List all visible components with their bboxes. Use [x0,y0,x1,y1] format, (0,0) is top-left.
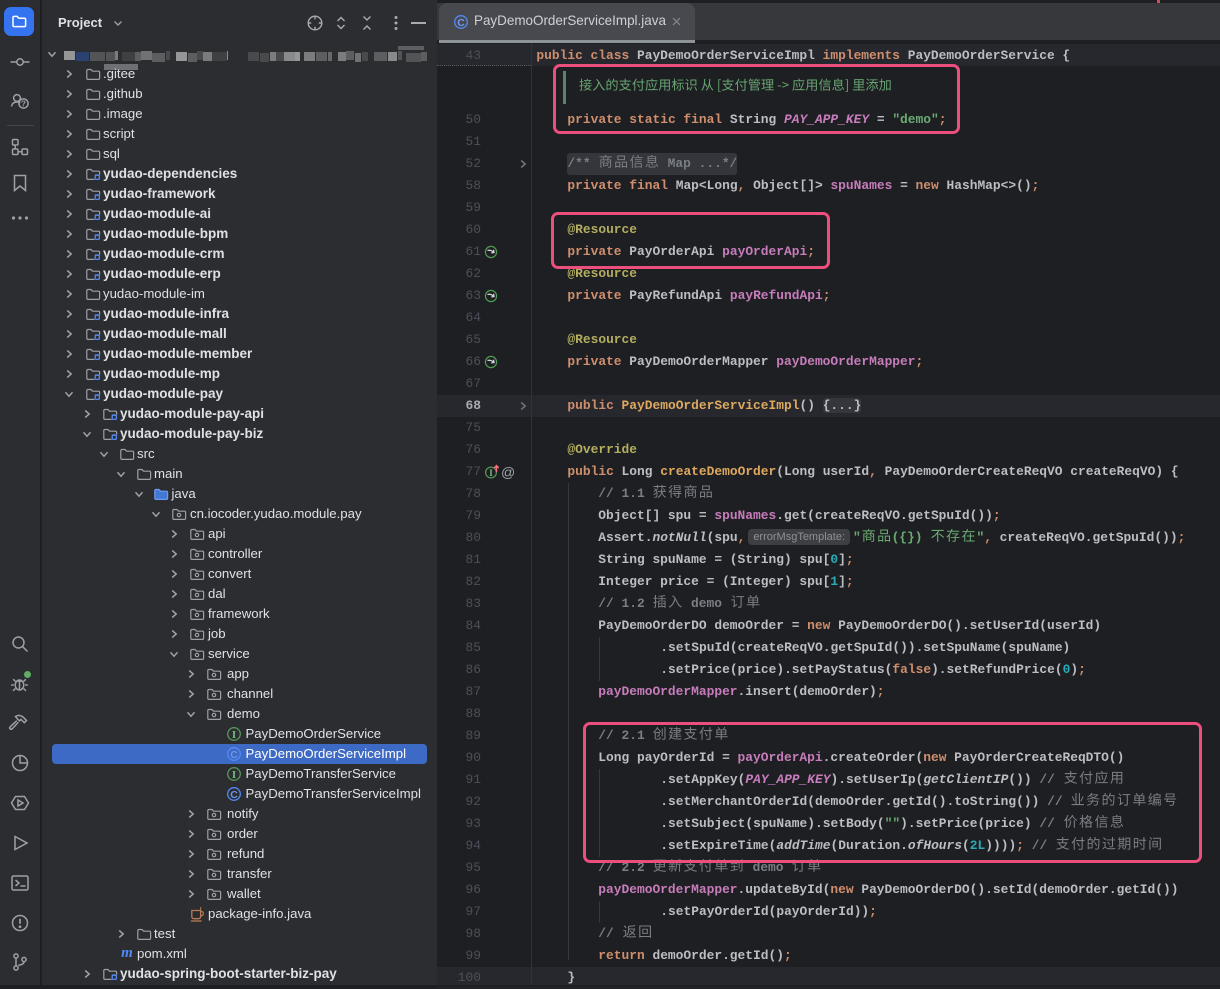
svg-text:I: I [489,468,493,478]
svg-text:C: C [230,749,238,761]
svg-text:I: I [232,729,236,741]
svg-text:C: C [457,17,465,29]
svg-text:C: C [230,789,238,801]
svg-text:?: ? [21,100,26,109]
svg-text:I: I [232,769,236,781]
